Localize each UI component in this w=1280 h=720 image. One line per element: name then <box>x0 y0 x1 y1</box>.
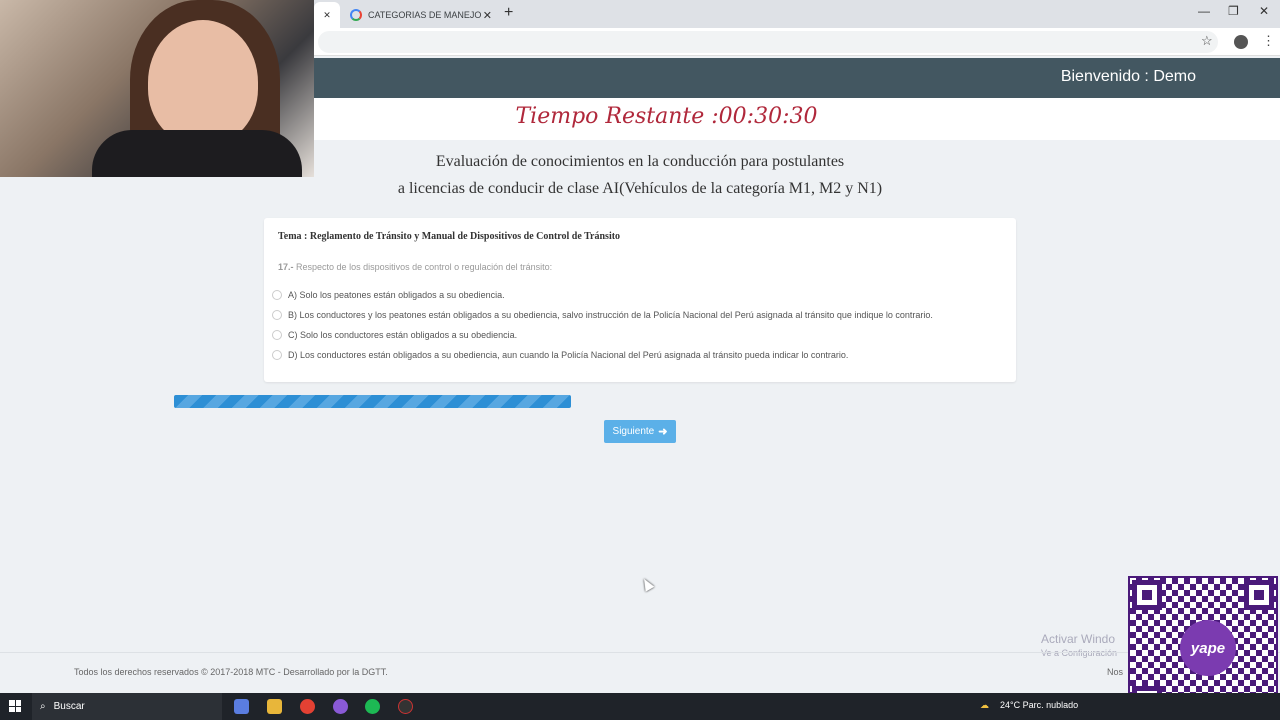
activate-windows-hint: Ve a Configuración <box>1041 648 1118 658</box>
windows-start-icon[interactable] <box>9 700 21 712</box>
option-c[interactable]: C) Solo los conductores están obligados … <box>272 328 517 342</box>
app-icon[interactable] <box>333 699 348 714</box>
close-icon[interactable]: ✕ <box>483 9 492 22</box>
option-b[interactable]: B) Los conductores y los peatones están … <box>272 308 933 322</box>
profile-avatar[interactable] <box>1234 35 1248 49</box>
new-tab-button[interactable]: + <box>504 4 513 22</box>
spotify-icon[interactable] <box>365 699 380 714</box>
google-icon <box>350 9 362 21</box>
question-text: 17.- Respecto de los dispositivos de con… <box>278 262 552 272</box>
arrow-right-icon: ➜ <box>658 426 668 438</box>
qr-finder <box>1132 580 1162 610</box>
welcome-text: Bienvenido : Demo <box>1060 68 1196 85</box>
option-label: B) Los conductores y los peatones están … <box>288 310 933 320</box>
minimize-button[interactable]: — <box>1198 4 1210 18</box>
recorder-icon[interactable] <box>398 699 413 714</box>
radio-button[interactable] <box>272 290 282 300</box>
progress-bar <box>174 395 571 408</box>
webcam-overlay <box>0 0 314 177</box>
search-label: Buscar <box>53 701 85 712</box>
radio-button[interactable] <box>272 330 282 340</box>
radio-button[interactable] <box>272 350 282 360</box>
window-close-button[interactable]: ✕ <box>1259 4 1269 18</box>
browser-menu-icon[interactable]: ⋮ <box>1262 33 1275 49</box>
question-number: 17.- <box>278 262 294 272</box>
footer-copyright: Todos los derechos reservados © 2017-201… <box>74 667 388 677</box>
question-topic: Tema : Reglamento de Tránsito y Manual d… <box>278 231 621 242</box>
windows-taskbar: ⌕ Buscar ☁ 24°C Parc. nublado <box>0 693 1280 720</box>
address-bar[interactable] <box>318 31 1218 53</box>
bookmark-star-icon[interactable]: ☆ <box>1201 33 1213 49</box>
option-label: A) Solo los peatones están obligados a s… <box>288 290 505 300</box>
restore-button[interactable]: ❐ <box>1228 4 1239 18</box>
next-button[interactable]: Siguiente ➜ <box>604 420 676 443</box>
next-label: Siguiente <box>612 426 655 437</box>
question-card: Tema : Reglamento de Tránsito y Manual d… <box>264 218 1016 382</box>
mouse-cursor-icon <box>639 576 655 592</box>
close-icon[interactable]: ✕ <box>323 10 331 21</box>
footer-divider <box>0 652 1280 653</box>
copilot-icon[interactable] <box>234 699 249 714</box>
taskbar-search[interactable]: ⌕ Buscar <box>32 693 222 720</box>
qr-finder <box>1244 580 1274 610</box>
browser-tab-search[interactable]: CATEGORIAS DE MANEJO - Bu ✕ <box>342 2 498 28</box>
webcam-person-shirt <box>92 130 302 177</box>
option-label: D) Los conductores están obligados a su … <box>288 350 849 360</box>
radio-button[interactable] <box>272 310 282 320</box>
footer-right-text: Nos <box>1107 667 1124 677</box>
tab-title: CATEGORIAS DE MANEJO - Bu <box>368 10 483 20</box>
option-a[interactable]: A) Solo los peatones están obligados a s… <box>272 288 505 302</box>
search-icon: ⌕ <box>40 701 46 712</box>
weather-icon: ☁ <box>980 700 989 710</box>
chrome-icon[interactable] <box>300 699 315 714</box>
webcam-person-face <box>148 20 258 145</box>
exam-title-line2: a licencias de conducir de clase AI(Vehí… <box>397 180 883 197</box>
option-d[interactable]: D) Los conductores están obligados a su … <box>272 348 848 362</box>
question-body: Respecto de los dispositivos de control … <box>296 262 553 272</box>
option-label: C) Solo los conductores están obligados … <box>288 330 518 340</box>
weather-text: 24°C Parc. nublado <box>1000 700 1079 710</box>
file-explorer-icon[interactable] <box>267 699 282 714</box>
activate-windows-watermark: Activar Windo <box>1041 632 1116 646</box>
yape-logo: yape <box>1180 620 1236 676</box>
browser-tab-active[interactable]: ✕ <box>314 2 340 28</box>
